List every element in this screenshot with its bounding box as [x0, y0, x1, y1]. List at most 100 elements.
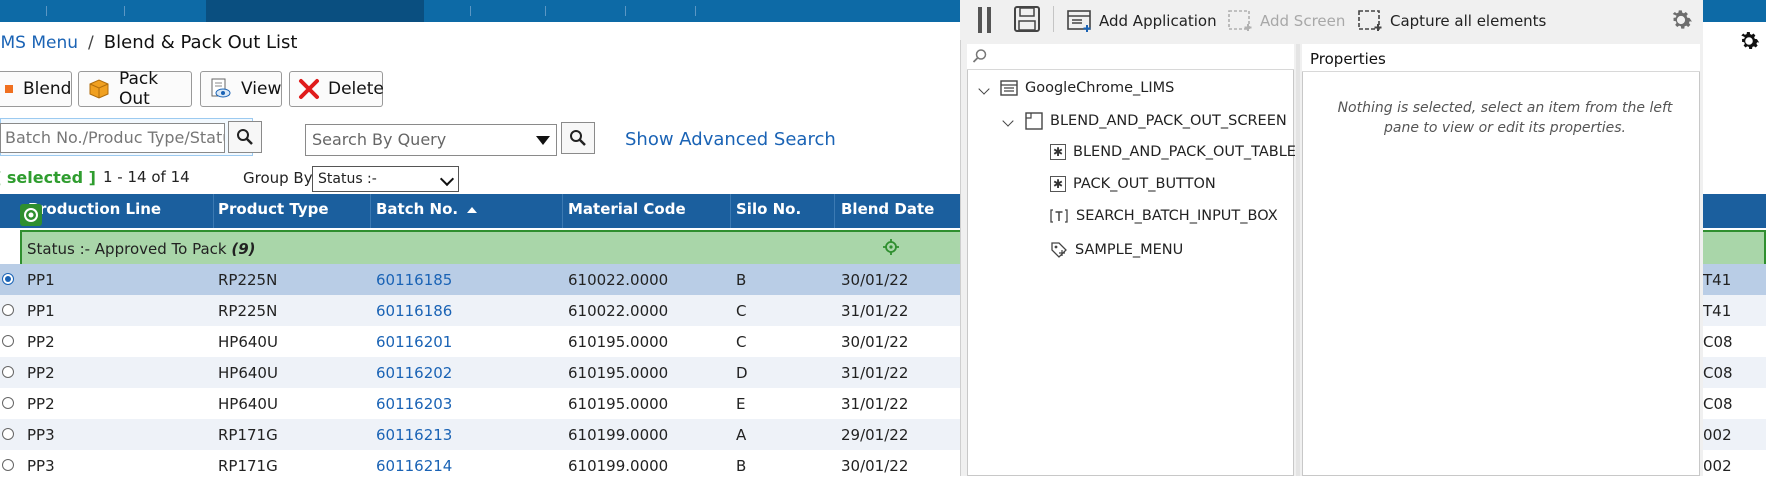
cell-blend-date: 31/01/22 [841, 302, 909, 320]
tree-node-search-input[interactable]: SEARCH_BATCH_INPUT_BOX [1049, 208, 1278, 224]
page-title: Blend & Pack Out List [103, 32, 298, 53]
record-range: 1 - 14 of 14 [103, 168, 190, 186]
cell-silo-no: B [736, 457, 747, 475]
cell-batch-no[interactable]: 60116203 [376, 395, 452, 413]
row-radio-button[interactable] [2, 335, 14, 347]
cell-batch-no[interactable]: 60116186 [376, 302, 452, 320]
column-separator [370, 194, 371, 228]
query-search-button[interactable] [561, 122, 595, 154]
delete-button[interactable]: Delete [289, 71, 384, 107]
sort-ascending-icon [467, 207, 478, 213]
tree-search-input[interactable] [967, 44, 1294, 70]
blend-button[interactable]: Blend [0, 71, 72, 107]
add-application-label: Add Application [1099, 12, 1217, 30]
cell-product-type: RP225N [218, 271, 278, 289]
breadcrumb-lims-menu[interactable]: LIMS Menu [0, 33, 78, 53]
cell-product-type: RP225N [218, 302, 278, 320]
column-batch-no-label: Batch No. [376, 200, 459, 218]
cell-batch-no[interactable]: 60116201 [376, 333, 452, 351]
add-screen-label: Add Screen [1260, 12, 1346, 30]
cell-blend-date: 30/01/22 [841, 457, 909, 475]
batch-search-button[interactable] [228, 121, 262, 153]
group-status-label: Status :- Approved To Pack [27, 240, 227, 258]
tree-node-sample-menu[interactable]: SAMPLE_MENU [1050, 241, 1183, 259]
nav-active-tab[interactable] [206, 0, 424, 22]
row-radio-button[interactable] [2, 366, 14, 378]
cell-silo-no: A [736, 426, 747, 444]
row-radio-button[interactable] [2, 397, 14, 409]
cell-truncated: T41 [1703, 302, 1732, 320]
box-icon [89, 79, 109, 99]
delete-x-icon [299, 79, 319, 99]
cell-truncated: 002 [1703, 426, 1732, 444]
cell-silo-no: C [736, 333, 747, 351]
group-by-select[interactable]: Status :- [312, 166, 459, 192]
tree-node-table-label: BLEND_AND_PACK_OUT_TABLE [1073, 144, 1296, 160]
save-icon[interactable] [1013, 5, 1041, 33]
batch-search-input[interactable]: Batch No./Produc Type/Status/M [0, 123, 225, 153]
nav-separator [470, 6, 471, 16]
application-window-icon [1000, 80, 1018, 96]
cell-production-line: PP2 [27, 364, 55, 382]
cell-truncated: C08 [1703, 364, 1733, 382]
view-button[interactable]: View [200, 71, 282, 107]
settings-gear-icon[interactable] [1736, 28, 1762, 54]
search-by-query-select[interactable]: Search By Query [305, 124, 557, 156]
cell-silo-no: B [736, 271, 747, 289]
cell-blend-date: 31/01/22 [841, 364, 909, 382]
cell-product-type: HP640U [218, 333, 278, 351]
cell-silo-no: E [736, 395, 746, 413]
row-radio-button[interactable] [2, 428, 14, 440]
cell-truncated: C08 [1703, 333, 1733, 351]
cell-batch-no[interactable]: 60116213 [376, 426, 452, 444]
cell-production-line: PP3 [27, 426, 55, 444]
column-silo-no[interactable]: Silo No. [736, 200, 801, 218]
add-screen-icon [1228, 10, 1252, 31]
cell-production-line: PP1 [27, 302, 55, 320]
column-blend-date[interactable]: Blend Date [841, 200, 934, 218]
nav-separator [695, 6, 696, 16]
cell-production-line: PP3 [27, 457, 55, 475]
column-batch-no[interactable]: Batch No. [376, 200, 478, 218]
tree-node-screen[interactable]: BLEND_AND_PACK_OUT_SCREEN [1025, 112, 1287, 130]
cell-production-line: PP1 [27, 271, 55, 289]
pane-splitter[interactable] [1296, 44, 1300, 476]
search-icon [237, 129, 253, 145]
column-production-line[interactable]: Production Line [28, 200, 161, 218]
cell-product-type: HP640U [218, 364, 278, 382]
text-input-icon [1050, 209, 1068, 223]
column-separator [834, 194, 835, 228]
column-material-code[interactable]: Material Code [568, 200, 686, 218]
cell-production-line: PP2 [27, 333, 55, 351]
cell-batch-no[interactable]: 60116202 [376, 364, 452, 382]
show-advanced-search-link[interactable]: Show Advanced Search [625, 129, 836, 150]
row-radio-button[interactable] [2, 273, 14, 285]
breadcrumb-separator: / [88, 33, 94, 53]
inspector-toolbar: Add Application Add Screen Capture all e… [960, 0, 1702, 40]
column-product-type[interactable]: Product Type [218, 200, 329, 218]
tree-node-pack-out-button[interactable]: ✱ PACK_OUT_BUTTON [1050, 176, 1216, 192]
tag-icon [1051, 242, 1067, 258]
add-screen-button[interactable]: Add Screen [1228, 9, 1345, 33]
search-icon [972, 49, 987, 63]
target-circle-icon [24, 208, 38, 222]
cell-batch-no[interactable]: 60116185 [376, 271, 452, 289]
tree-node-app[interactable]: GoogleChrome_LIMS [1000, 80, 1174, 96]
add-application-button[interactable]: Add Application [1067, 9, 1217, 33]
inspector-settings-gear-icon[interactable] [1667, 6, 1695, 34]
pause-icon[interactable] [977, 5, 993, 33]
properties-title: Properties [1310, 50, 1386, 68]
tree-node-table[interactable]: ✱ BLEND_AND_PACK_OUT_TABLE [1050, 144, 1296, 160]
cell-truncated: 002 [1703, 457, 1732, 475]
row-radio-button[interactable] [2, 304, 14, 316]
capture-all-elements-button[interactable]: Capture all elements [1358, 9, 1546, 33]
nav-separator [124, 6, 125, 16]
breadcrumb: LIMS Menu / Blend & Pack Out List [0, 32, 297, 58]
cell-batch-no[interactable]: 60116214 [376, 457, 452, 475]
nav-separator [46, 6, 47, 16]
pack-out-button[interactable]: Pack Out [78, 69, 192, 109]
nav-separator [545, 6, 546, 16]
cell-product-type: RP171G [218, 426, 278, 444]
cell-material-code: 610199.0000 [568, 457, 669, 475]
row-radio-button[interactable] [2, 459, 14, 471]
